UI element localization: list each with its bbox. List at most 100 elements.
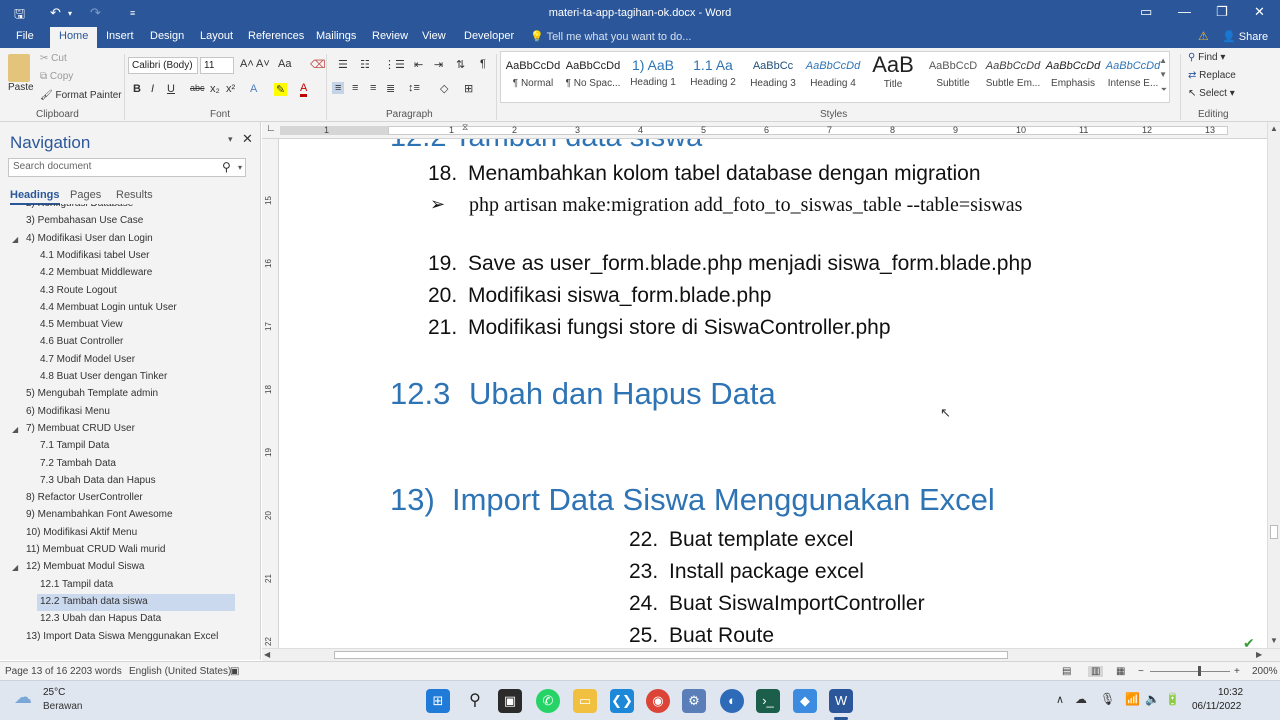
clock-date[interactable]: 06/11/2022 — [1192, 701, 1241, 712]
copy-button[interactable]: ⧉ Copy — [40, 71, 73, 82]
nav-heading-item[interactable]: 9) Menambahkan Font Awesome — [26, 507, 173, 524]
print-layout-icon[interactable]: ▥ — [1088, 666, 1104, 677]
tab-results[interactable]: Results — [116, 189, 153, 201]
nav-heading-item[interactable]: 12.2 Tambah data siswa — [37, 593, 235, 611]
nav-heading-item[interactable]: 11) Membuat CRUD Wali murid — [26, 542, 165, 559]
nav-heading-item[interactable]: 7.1 Tampil Data — [40, 438, 109, 455]
close-icon[interactable]: ✕ — [242, 131, 253, 147]
collapse-caret-icon[interactable]: ◢ — [12, 425, 18, 434]
nav-heading-item[interactable]: 2) Konfigurasi Database — [26, 204, 133, 213]
app-icon[interactable]: ◐ — [720, 689, 744, 713]
tab-mailings[interactable]: Mailings — [316, 30, 356, 42]
nav-heading-item[interactable]: 12) Membuat Modul Siswa — [26, 559, 144, 576]
style-heading-1[interactable]: 1) AaB Heading 1 — [623, 52, 683, 102]
nav-heading-item[interactable]: 4.8 Buat User dengan Tinker — [40, 369, 167, 386]
microphone-icon[interactable]: 🎙 — [1100, 692, 1115, 706]
grow-font-icon[interactable]: A˄ — [240, 58, 254, 70]
style-heading-4[interactable]: AaBbCcDd Heading 4 — [803, 52, 863, 102]
numbering-icon[interactable]: ☷ — [360, 58, 370, 71]
weather-temp[interactable]: 25°C — [43, 687, 65, 698]
chrome-icon[interactable]: ◉ — [646, 689, 670, 713]
sort-icon[interactable]: ⇅ — [456, 58, 465, 71]
text-effects-icon[interactable]: A — [250, 83, 257, 95]
task-view-icon[interactable]: ▣ — [498, 689, 522, 713]
word-count[interactable]: 2203 words — [70, 666, 122, 677]
style-subtitle[interactable]: AaBbCcD Subtitle — [923, 52, 983, 102]
italic-button[interactable]: I — [151, 83, 154, 95]
tab-insert[interactable]: Insert — [106, 30, 134, 42]
vertical-scrollbar[interactable]: ▲ ▼ — [1267, 122, 1280, 650]
font-size-combo[interactable]: 11 — [200, 57, 234, 74]
subscript-button[interactable]: x₂ — [210, 83, 220, 95]
tab-developer[interactable]: Developer — [464, 30, 514, 42]
gallery-scroll-up-icon[interactable]: ▲ — [1159, 56, 1167, 65]
language-indicator[interactable]: English (United States) — [129, 666, 231, 677]
horizontal-scrollbar[interactable]: ◀ ▶ — [262, 648, 1280, 661]
show-formatting-icon[interactable]: ¶ — [480, 58, 486, 70]
close-icon[interactable]: ✕ — [1254, 4, 1265, 20]
borders-icon[interactable]: ⊞ — [464, 82, 473, 95]
select-button[interactable]: ↖ Select ▾ — [1188, 88, 1235, 99]
nav-heading-item[interactable]: 5) Mengubah Template admin — [26, 386, 158, 403]
scroll-left-icon[interactable]: ◀ — [264, 650, 270, 659]
onedrive-icon[interactable]: ☁ — [1075, 692, 1087, 706]
chevron-up-icon[interactable]: ∧ — [1056, 693, 1064, 706]
search-dropdown-icon[interactable]: ▾ — [238, 163, 242, 172]
paste-button[interactable]: Paste — [8, 82, 34, 93]
collapse-caret-icon[interactable]: ◢ — [12, 563, 18, 572]
nav-heading-item[interactable]: 4.1 Modifikasi tabel User — [40, 248, 150, 265]
nav-heading-item[interactable]: 10) Modifikasi Aktif Menu — [26, 525, 137, 542]
bullets-icon[interactable]: ☰ — [338, 58, 348, 71]
shading-icon[interactable]: ◇ — [440, 82, 448, 95]
zoom-level[interactable]: 200% — [1252, 666, 1278, 677]
gallery-scroll-down-icon[interactable]: ▼ — [1159, 70, 1167, 79]
horizontal-ruler[interactable]: ∟ ⧖ 1 1 2 3 4 5 6 7 8 9 10 11 12 13 — [262, 122, 1280, 139]
highlight-icon[interactable]: ✎ — [274, 83, 288, 96]
superscript-button[interactable]: x² — [226, 83, 235, 95]
terminal-icon[interactable]: ›_ — [756, 689, 780, 713]
network-app-icon[interactable]: ⚙ — [682, 689, 706, 713]
nav-heading-item[interactable]: 4.6 Buat Controller — [40, 334, 123, 351]
tab-file[interactable]: File — [16, 30, 34, 42]
strikethrough-button[interactable]: abc — [190, 83, 205, 93]
share-button[interactable]: 👤 Share — [1222, 30, 1268, 43]
nav-heading-item[interactable]: 4.7 Modif Model User — [40, 352, 135, 369]
format-painter-button[interactable]: 🖌 Format Painter — [40, 90, 122, 101]
zoom-in-icon[interactable]: + — [1234, 666, 1240, 677]
replace-button[interactable]: ⇄ Replace — [1188, 70, 1236, 81]
zoom-slider[interactable] — [1150, 671, 1230, 672]
tab-layout[interactable]: Layout — [200, 30, 233, 42]
nav-heading-item[interactable]: 4.3 Route Logout — [40, 283, 117, 300]
tab-pages[interactable]: Pages — [70, 189, 101, 201]
scroll-up-icon[interactable]: ▲ — [1270, 124, 1278, 133]
warning-icon[interactable]: ⚠ — [1198, 29, 1209, 43]
web-layout-icon[interactable]: ▦ — [1116, 666, 1125, 677]
change-case-icon[interactable]: Aa — [278, 58, 291, 70]
search-icon[interactable]: ⚲ — [222, 160, 231, 174]
style-heading-3[interactable]: AaBbCc Heading 3 — [743, 52, 803, 102]
scroll-down-icon[interactable]: ▼ — [1270, 636, 1278, 645]
style-heading-2[interactable]: 1.1 Aa Heading 2 — [683, 52, 743, 102]
nav-heading-item[interactable]: 3) Pembahasan Use Case — [26, 213, 143, 230]
nav-heading-item[interactable]: 6) Modifikasi Menu — [26, 404, 110, 421]
nav-heading-item[interactable]: 8) Refactor UserController — [26, 490, 143, 507]
file-explorer-icon[interactable]: ▭ — [573, 689, 597, 713]
line-spacing-icon[interactable]: ↕≡ — [408, 82, 420, 94]
speaker-icon[interactable]: 🔈 — [1145, 692, 1160, 706]
nav-heading-item[interactable]: 7.3 Ubah Data dan Hapus — [40, 473, 156, 490]
nav-heading-item[interactable]: 4.5 Membuat View — [40, 317, 123, 334]
tab-review[interactable]: Review — [372, 30, 408, 42]
style-intense-emphasis[interactable]: AaBbCcDd Intense E... — [1103, 52, 1163, 102]
word-icon[interactable]: W — [829, 689, 853, 713]
bold-button[interactable]: B — [133, 83, 141, 95]
start-icon[interactable]: ⊞ — [426, 689, 450, 713]
vertical-ruler[interactable]: 15 16 17 18 19 20 21 22 — [262, 139, 279, 650]
nav-heading-item[interactable]: 4.4 Membuat Login untuk User — [40, 300, 177, 317]
zoom-out-icon[interactable]: − — [1138, 666, 1144, 677]
nav-heading-item[interactable]: 4.2 Membuat Middleware — [40, 265, 152, 282]
indent-marker-icon[interactable]: ⧖ — [462, 122, 468, 133]
nav-heading-item[interactable]: 12.1 Tampil data — [40, 577, 113, 594]
tab-home[interactable]: Home — [50, 27, 98, 48]
zoom-slider-thumb[interactable] — [1198, 666, 1201, 676]
dart-icon[interactable]: ◆ — [793, 689, 817, 713]
